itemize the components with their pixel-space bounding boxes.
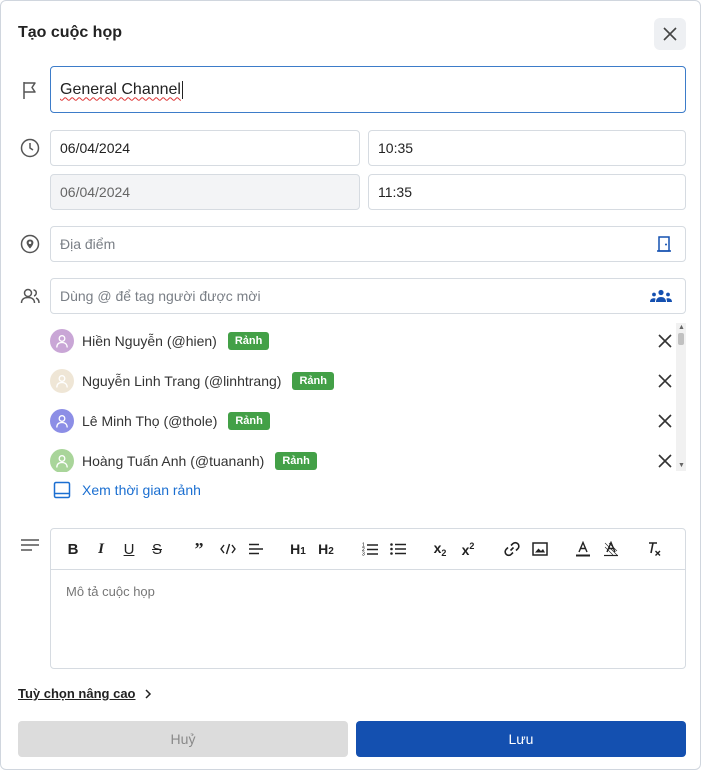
invitee-scrollbar[interactable]: ▲ ▼ [676, 323, 686, 471]
bullet-list-icon[interactable] [387, 539, 409, 559]
remove-invitee-button[interactable] [655, 411, 675, 431]
scroll-up-arrow-icon[interactable]: ▲ [678, 324, 685, 331]
start-time-field[interactable]: 10:35 [368, 130, 686, 166]
close-icon [663, 27, 677, 41]
meeting-title-input[interactable]: General Channel [50, 66, 686, 113]
user-icon [56, 335, 68, 348]
status-badge: Rảnh [275, 452, 317, 470]
user-icon [56, 415, 68, 428]
image-icon[interactable] [529, 539, 551, 559]
avatar [50, 449, 74, 472]
invitee-row: Nguyễn Linh Trang (@linhtrang) Rảnh [50, 368, 675, 394]
end-date-field: 06/04/2024 [50, 174, 360, 210]
subscript-icon[interactable]: x2 [429, 539, 451, 559]
location-input[interactable]: Địa điểm [50, 226, 686, 262]
italic-icon[interactable]: I [90, 539, 112, 559]
quote-icon[interactable]: ” [188, 539, 210, 559]
clock-icon [19, 137, 41, 159]
ordered-list-icon[interactable]: 123 [359, 539, 381, 559]
dialog-title: Tạo cuộc họp [18, 24, 122, 41]
invitee-name: Lê Minh Thọ (@thole) [82, 413, 218, 429]
align-icon[interactable] [245, 539, 267, 559]
editor-toolbar: B I U S ” H1 H2 123 x2 x2 [51, 529, 685, 570]
end-time-field[interactable]: 11:35 [368, 174, 686, 210]
invitee-name: Hiền Nguyễn (@hien) [82, 333, 217, 349]
save-button[interactable]: Lưu [356, 721, 686, 757]
status-badge: Rảnh [292, 372, 334, 390]
description-placeholder: Mô tả cuộc họp [66, 584, 155, 599]
view-free-time-label: Xem thời gian rảnh [82, 482, 201, 498]
code-icon[interactable] [217, 539, 239, 559]
advanced-options-label: Tuỳ chọn nâng cao [18, 686, 136, 701]
underline-icon[interactable]: U [118, 539, 140, 559]
heading-1-icon[interactable]: H1 [287, 539, 309, 559]
invitee-list: Hiền Nguyễn (@hien) Rảnh Nguyễn Linh Tra… [50, 322, 686, 472]
user-icon [56, 455, 68, 468]
location-icon [19, 233, 41, 255]
close-icon [658, 334, 672, 348]
group-add-icon[interactable] [649, 288, 673, 304]
remove-invitee-button[interactable] [655, 451, 675, 471]
scroll-thumb[interactable] [678, 333, 684, 345]
invitee-row: Hoàng Tuấn Anh (@tuananh) Rảnh [50, 448, 675, 472]
status-badge: Rảnh [228, 412, 270, 430]
text-caret [181, 80, 183, 99]
invitee-row: Hiền Nguyễn (@hien) Rảnh [50, 328, 675, 354]
start-date-value: 06/04/2024 [60, 140, 131, 156]
text-color-icon[interactable] [572, 539, 594, 559]
remove-invitee-button[interactable] [655, 331, 675, 351]
scroll-down-arrow-icon[interactable]: ▼ [678, 462, 685, 469]
status-badge: Rảnh [227, 332, 270, 350]
start-date-field[interactable]: 06/04/2024 [50, 130, 360, 166]
description-editor[interactable]: B I U S ” H1 H2 123 x2 x2 Mô tả cuộc họp [50, 528, 686, 669]
close-icon [658, 414, 672, 428]
close-icon [658, 374, 672, 388]
avatar [50, 369, 74, 393]
highlight-icon[interactable] [600, 539, 622, 559]
invitee-name: Hoàng Tuấn Anh (@tuananh) [82, 453, 265, 469]
end-time-value: 11:35 [378, 184, 412, 200]
user-icon [56, 375, 68, 388]
advanced-options-link[interactable]: Tuỳ chọn nâng cao [18, 686, 154, 701]
invitee-row: Lê Minh Thọ (@thole) Rảnh [50, 408, 675, 434]
clear-format-icon[interactable] [643, 539, 665, 559]
chevron-right-icon [144, 688, 151, 699]
location-placeholder: Địa điểm [60, 236, 116, 252]
heading-2-icon[interactable]: H2 [315, 539, 337, 559]
create-meeting-dialog: Tạo cuộc họp General Channel 06/04/2024 … [0, 0, 701, 770]
link-icon[interactable] [501, 539, 523, 559]
svg-text:3: 3 [362, 552, 365, 557]
avatar [50, 409, 74, 433]
superscript-icon[interactable]: x2 [457, 539, 479, 559]
view-free-time-link[interactable]: Xem thời gian rảnh [53, 481, 201, 499]
flag-icon [19, 79, 41, 101]
invite-placeholder: Dùng @ để tag người được mời [60, 288, 261, 304]
close-icon [658, 454, 672, 468]
room-door-icon[interactable] [655, 235, 673, 253]
strikethrough-icon[interactable]: S [146, 539, 168, 559]
start-time-value: 10:35 [378, 140, 414, 156]
end-date-value: 06/04/2024 [60, 184, 131, 200]
description-icon [19, 535, 41, 557]
avatar [50, 329, 74, 353]
calendar-view-icon [53, 481, 71, 499]
cancel-button[interactable]: Huỷ [18, 721, 348, 757]
people-icon [19, 285, 41, 307]
invitee-name: Nguyễn Linh Trang (@linhtrang) [82, 373, 282, 389]
invite-input[interactable]: Dùng @ để tag người được mời [50, 278, 686, 314]
close-button[interactable] [654, 18, 686, 50]
meeting-title-text: General Channel [60, 80, 181, 98]
bold-icon[interactable]: B [62, 539, 84, 559]
remove-invitee-button[interactable] [655, 371, 675, 391]
